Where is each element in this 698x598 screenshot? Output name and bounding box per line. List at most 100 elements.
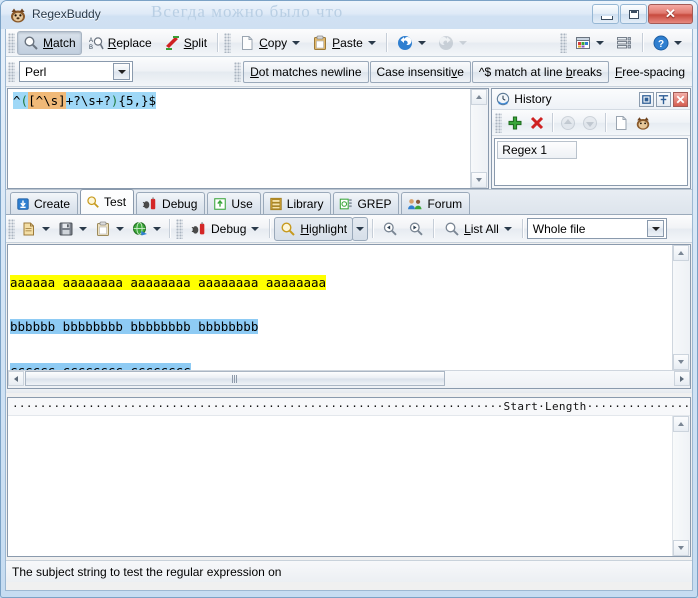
paste-subject-button[interactable] (91, 217, 128, 241)
chevron-down-icon[interactable] (417, 40, 426, 45)
chevron-down-icon[interactable] (251, 226, 260, 231)
history-restore-button[interactable] (639, 91, 654, 107)
regex-vertical-scrollbar[interactable] (470, 89, 489, 188)
options-grip[interactable] (8, 61, 15, 82)
tab-create[interactable]: Create (10, 192, 79, 214)
find-previous-button[interactable] (377, 217, 403, 241)
copy-button[interactable]: Copy (233, 31, 306, 55)
paste-button[interactable]: Paste (306, 31, 382, 55)
scroll-down-icon[interactable] (673, 354, 689, 370)
history-move-up-button[interactable] (557, 111, 579, 135)
subject-vertical-scrollbar[interactable] (672, 245, 690, 370)
svg-text:?: ? (658, 39, 664, 50)
regex-editor-pane[interactable]: ^([^\s]+?\s+?){5,}$ (7, 88, 490, 189)
chevron-down-icon[interactable] (367, 40, 376, 45)
redo-button[interactable] (432, 31, 473, 55)
scroll-down-icon[interactable] (471, 172, 488, 188)
subject-text-area[interactable]: aaaaaa aaaaaaaa aaaaaaaa aaaaaaaa aaaaaa… (8, 245, 672, 370)
highlight-dropdown-button[interactable] (352, 216, 369, 241)
match-button[interactable]: Match (17, 30, 82, 55)
scroll-up-icon[interactable] (673, 245, 689, 261)
results-vertical-scrollbar[interactable] (672, 416, 690, 556)
match-results-grid[interactable] (8, 416, 672, 556)
open-subject-button[interactable] (17, 217, 54, 241)
chevron-down-icon[interactable] (42, 226, 50, 231)
layout-button[interactable] (569, 31, 610, 55)
chevron-down-icon[interactable] (674, 40, 682, 45)
status-bar: The subject string to test the regular e… (6, 560, 692, 582)
use-export-icon (213, 197, 227, 211)
regex-flavor-combo[interactable]: Perl (19, 61, 133, 82)
help-button[interactable]: ? (647, 31, 688, 55)
tab-debug-label: Debug (162, 196, 198, 211)
history-move-down-button[interactable] (579, 111, 601, 135)
match-button-label: Match (43, 35, 76, 50)
chevron-down-icon[interactable] (153, 226, 161, 231)
history-toolbar-grip[interactable] (495, 112, 503, 133)
test-scope-combo[interactable]: Whole file (526, 218, 667, 239)
panels-list-icon (616, 35, 632, 51)
save-subject-button[interactable] (54, 217, 91, 241)
scroll-up-icon[interactable] (471, 89, 488, 105)
free-spacing-toggle[interactable]: Free-spacing (610, 60, 690, 84)
regex-token-quant-lazy-plus-2: +? (95, 92, 111, 109)
chevron-down-icon[interactable] (292, 40, 301, 45)
tab-forum[interactable]: Forum (401, 192, 471, 214)
chevron-down-icon[interactable] (646, 220, 664, 237)
paste-button-label: Paste (332, 35, 363, 50)
status-bar-text: The subject string to test the regular e… (12, 564, 282, 579)
test-toolbar-grip-2[interactable] (176, 218, 183, 239)
regex-input[interactable]: ^([^\s]+?\s+?){5,}$ (8, 89, 470, 188)
history-list[interactable]: Regex 1 (494, 138, 688, 186)
options-grip-2[interactable] (234, 61, 242, 82)
scroll-left-icon[interactable] (8, 371, 24, 386)
test-toolbar-grip[interactable] (8, 218, 15, 239)
chevron-down-icon[interactable] (458, 40, 467, 45)
toolbar-grip-3[interactable] (560, 32, 567, 53)
dot-matches-newline-toggle[interactable]: Dot matches newline (243, 60, 369, 83)
scroll-up-icon[interactable] (673, 416, 689, 432)
highlight-button[interactable]: Highlight (274, 216, 354, 241)
scrollbar-thumb[interactable] (25, 371, 445, 386)
horizontal-splitter[interactable] (6, 389, 692, 393)
tab-grep[interactable]: GREP (333, 192, 400, 214)
debug-button[interactable]: Debug (185, 217, 265, 241)
minimize-button[interactable] (592, 4, 619, 24)
list-all-button[interactable]: List All (438, 217, 518, 241)
scroll-down-icon[interactable] (673, 540, 689, 556)
chevron-down-icon[interactable] (116, 226, 124, 231)
panels-button[interactable] (610, 31, 638, 55)
find-next-button[interactable] (403, 217, 429, 241)
history-new-button[interactable] (610, 111, 632, 135)
tab-library[interactable]: Library (262, 192, 332, 214)
restore-button[interactable] (620, 4, 647, 24)
chevron-down-icon[interactable] (596, 40, 604, 45)
toolbar-grip[interactable] (8, 32, 15, 53)
undo-button[interactable] (391, 31, 432, 55)
history-pin-button[interactable] (656, 91, 671, 107)
chevron-down-icon[interactable] (113, 63, 130, 80)
history-delete-button[interactable] (526, 111, 548, 135)
toolbar-grip-2[interactable] (224, 32, 232, 53)
history-toolbar-separator (552, 113, 554, 132)
tab-use[interactable]: Use (207, 192, 261, 214)
chevron-down-icon[interactable] (503, 226, 512, 231)
fetch-url-button[interactable] (128, 217, 165, 241)
scroll-right-icon[interactable] (674, 371, 690, 386)
case-insensitive-toggle[interactable]: Case insensitive (369, 60, 471, 83)
chevron-down-icon[interactable] (79, 226, 87, 231)
tab-debug[interactable]: Debug (136, 192, 206, 214)
history-buddy-button[interactable] (632, 111, 654, 135)
window-title: RegexBuddy (32, 7, 101, 21)
chevron-down-icon[interactable] (356, 226, 365, 231)
replace-button[interactable]: A B Replace (82, 31, 158, 55)
caret-dollar-match-at-line-breaks-toggle[interactable]: ^$ match at line breaks (471, 60, 609, 83)
close-button[interactable]: ✕ (648, 4, 693, 24)
history-close-button[interactable] (673, 91, 688, 107)
tab-test[interactable]: Test (80, 189, 135, 214)
split-button[interactable]: Split (158, 31, 213, 55)
help-question-icon: ? (653, 35, 669, 51)
subject-horizontal-scrollbar[interactable] (8, 370, 690, 388)
list-item[interactable]: Regex 1 (497, 141, 578, 159)
history-add-button[interactable] (504, 111, 526, 135)
